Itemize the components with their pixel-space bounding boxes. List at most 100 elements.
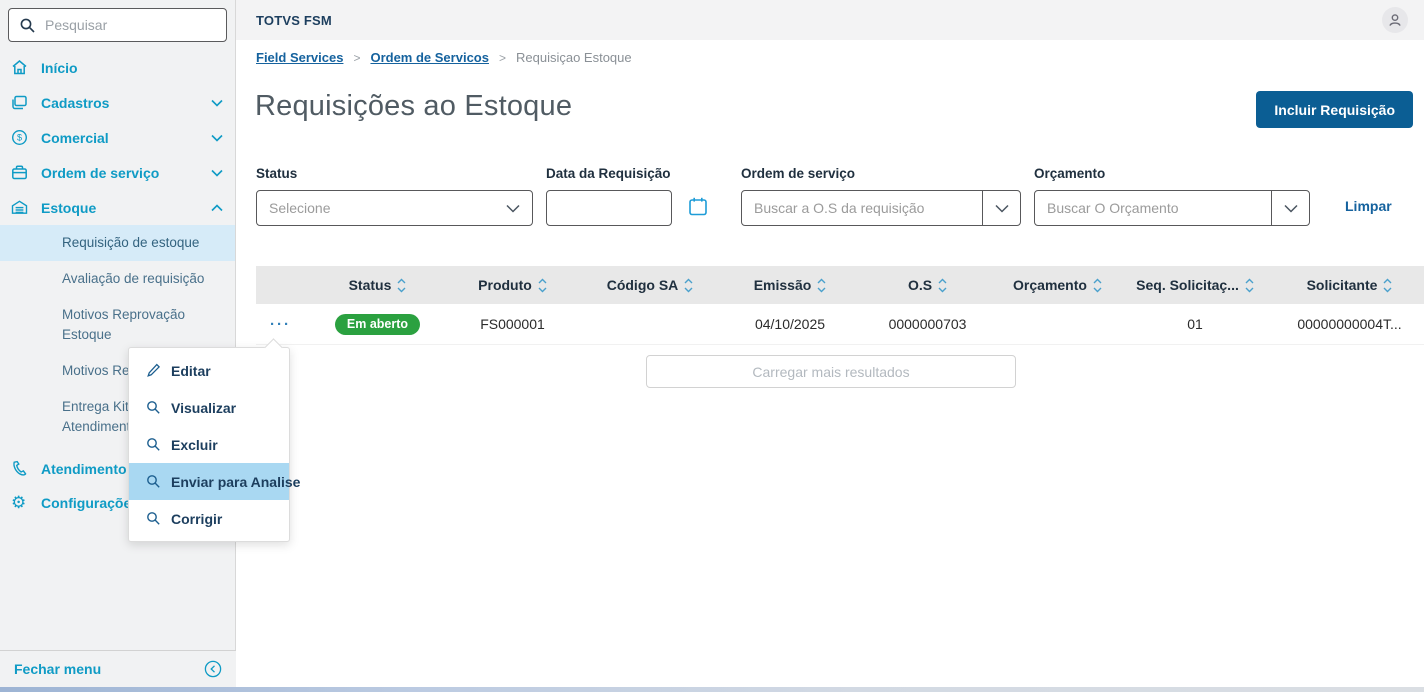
sidebar: Início Cadastros $ Comercial xyxy=(0,0,236,687)
chevron-down-icon xyxy=(1271,191,1309,225)
subitem-label: Motivos Reprovação Estoque xyxy=(62,307,186,342)
pencil-icon xyxy=(146,363,161,378)
breadcrumb-separator: > xyxy=(353,50,361,65)
sidebar-item-label: Início xyxy=(41,59,78,76)
context-menu-item-enviar-para-analise[interactable]: Enviar para Analise xyxy=(129,463,300,500)
sort-icon[interactable] xyxy=(1383,278,1392,293)
status-badge: Em aberto xyxy=(334,313,421,335)
cell-emissao: 04/10/2025 xyxy=(754,316,826,332)
incluir-requisicao-button[interactable]: Incluir Requisição xyxy=(1256,91,1413,128)
context-menu-item-corrigir[interactable]: Corrigir xyxy=(129,500,289,537)
sort-icon[interactable] xyxy=(397,278,406,293)
cell-produto: FS000001 xyxy=(480,316,545,332)
cell-seq-solicitacao: 01 xyxy=(1187,316,1203,332)
chevron-down-icon xyxy=(211,99,223,107)
sidebar-item-cadastros[interactable]: Cadastros xyxy=(0,85,235,120)
subitem-label: Motivos Re xyxy=(62,363,130,378)
budget-search-select[interactable]: Buscar O Orçamento xyxy=(1034,190,1310,226)
os-filter-label: Ordem de serviço xyxy=(741,166,856,181)
sidebar-item-label: Comercial xyxy=(41,129,109,146)
magnifier-icon xyxy=(146,474,161,489)
sidebar-subitem-requisicao-de-estoque[interactable]: Requisição de estoque xyxy=(0,225,235,261)
sidebar-item-label: Ordem de serviço xyxy=(41,164,160,181)
breadcrumb: Field Services > Ordem de Servicos > Req… xyxy=(256,50,632,65)
table-row: ··· Em aberto FS000001 04/10/2025 000000… xyxy=(256,304,1424,345)
sidebar-search[interactable] xyxy=(8,8,227,42)
svg-text:$: $ xyxy=(17,133,22,143)
subitem-label: Requisição de estoque xyxy=(62,235,200,250)
sidebar-item-label: Estoque xyxy=(41,199,97,216)
cards-icon xyxy=(11,94,28,111)
context-menu-item-visualizar[interactable]: Visualizar xyxy=(129,389,289,426)
phone-icon xyxy=(11,460,28,477)
sidebar-subitem-motivos-reprovacao-estoque[interactable]: Motivos Reprovação Estoque xyxy=(0,297,235,353)
magnifier-icon xyxy=(146,511,161,526)
collapse-menu-label: Fechar menu xyxy=(14,661,102,677)
calendar-icon[interactable] xyxy=(688,196,708,222)
column-header-status[interactable]: Status xyxy=(305,277,450,293)
breadcrumb-current: Requisiçao Estoque xyxy=(515,50,632,65)
breadcrumb-field-services[interactable]: Field Services xyxy=(256,50,343,65)
sort-icon[interactable] xyxy=(817,278,826,293)
column-header-emissao[interactable]: Emissão xyxy=(725,277,855,293)
chevron-up-icon xyxy=(211,203,223,212)
sort-icon[interactable] xyxy=(938,278,947,293)
chevron-down-icon xyxy=(982,191,1020,225)
column-header-os[interactable]: O.S xyxy=(855,277,1000,293)
column-header-solicitante[interactable]: Solicitante xyxy=(1275,277,1424,293)
search-input[interactable] xyxy=(45,17,226,33)
column-header-seq-solicitacao[interactable]: Seq. Solicitaç... xyxy=(1115,277,1275,293)
sidebar-item-inicio[interactable]: Início xyxy=(0,50,235,85)
row-context-menu: Editar Visualizar Excluir Enviar para An… xyxy=(128,347,300,542)
os-search-placeholder: Buscar a O.S da requisição xyxy=(754,200,925,216)
warehouse-icon xyxy=(11,199,28,216)
search-icon xyxy=(19,17,36,34)
budget-filter-label: Orçamento xyxy=(1034,166,1106,181)
sidebar-item-ordem-de-servico[interactable]: Ordem de serviço xyxy=(0,155,235,190)
status-filter-label: Status xyxy=(256,166,298,181)
date-filter-label: Data da Requisição xyxy=(546,166,671,181)
app-window: TOTVS FSM Início xyxy=(0,0,1424,692)
os-search-select[interactable]: Buscar a O.S da requisição xyxy=(741,190,1021,226)
home-icon xyxy=(11,59,28,76)
breadcrumb-separator: > xyxy=(498,50,506,65)
magnifier-icon xyxy=(146,400,161,415)
date-input[interactable] xyxy=(546,190,672,226)
app-brand: TOTVS FSM xyxy=(256,12,332,28)
status-select-placeholder: Selecione xyxy=(269,200,331,216)
row-actions-button[interactable]: ··· xyxy=(256,316,305,333)
context-menu-item-editar[interactable]: Editar xyxy=(129,352,289,389)
user-avatar[interactable] xyxy=(1382,7,1408,33)
column-header-codigo-sa[interactable]: Código SA xyxy=(575,277,725,293)
collapse-circle-icon xyxy=(204,660,222,678)
column-header-produto[interactable]: Produto xyxy=(450,277,575,293)
sidebar-item-comercial[interactable]: $ Comercial xyxy=(0,120,235,155)
subitem-label: Avaliação de requisição xyxy=(62,271,205,286)
page-title: Requisições ao Estoque xyxy=(255,90,573,122)
sort-icon[interactable] xyxy=(684,278,693,293)
cell-os: 0000000703 xyxy=(888,316,967,332)
table-header: Status Produto Código SA Emissão O.S Orç… xyxy=(256,266,1424,304)
person-icon xyxy=(1387,12,1403,28)
chevron-down-icon xyxy=(211,169,223,177)
sidebar-item-estoque[interactable]: Estoque xyxy=(0,190,235,225)
collapse-menu-button[interactable]: Fechar menu xyxy=(0,650,236,687)
column-header-orcamento[interactable]: Orçamento xyxy=(1000,277,1115,293)
main-content: Field Services > Ordem de Servicos > Req… xyxy=(236,40,1424,687)
sort-icon[interactable] xyxy=(538,278,547,293)
context-menu-item-excluir[interactable]: Excluir xyxy=(129,426,289,463)
load-more-button[interactable]: Carregar mais resultados xyxy=(646,355,1016,388)
horizontal-scrollbar[interactable] xyxy=(0,687,1424,692)
status-select[interactable]: Selecione xyxy=(256,190,533,226)
sort-icon[interactable] xyxy=(1245,278,1254,293)
clear-filters-link[interactable]: Limpar xyxy=(1345,198,1392,214)
dollar-circle-icon: $ xyxy=(11,129,28,146)
sort-icon[interactable] xyxy=(1093,278,1102,293)
sidebar-subitem-avaliacao-de-requisicao[interactable]: Avaliação de requisição xyxy=(0,261,235,297)
budget-search-placeholder: Buscar O Orçamento xyxy=(1047,200,1179,216)
cell-solicitante: 00000000004T... xyxy=(1297,316,1402,332)
top-bar: TOTVS FSM xyxy=(236,0,1424,40)
cell-status: Em aberto xyxy=(305,313,450,335)
breadcrumb-ordem-de-servicos[interactable]: Ordem de Servicos xyxy=(370,50,489,65)
briefcase-icon xyxy=(11,164,28,181)
